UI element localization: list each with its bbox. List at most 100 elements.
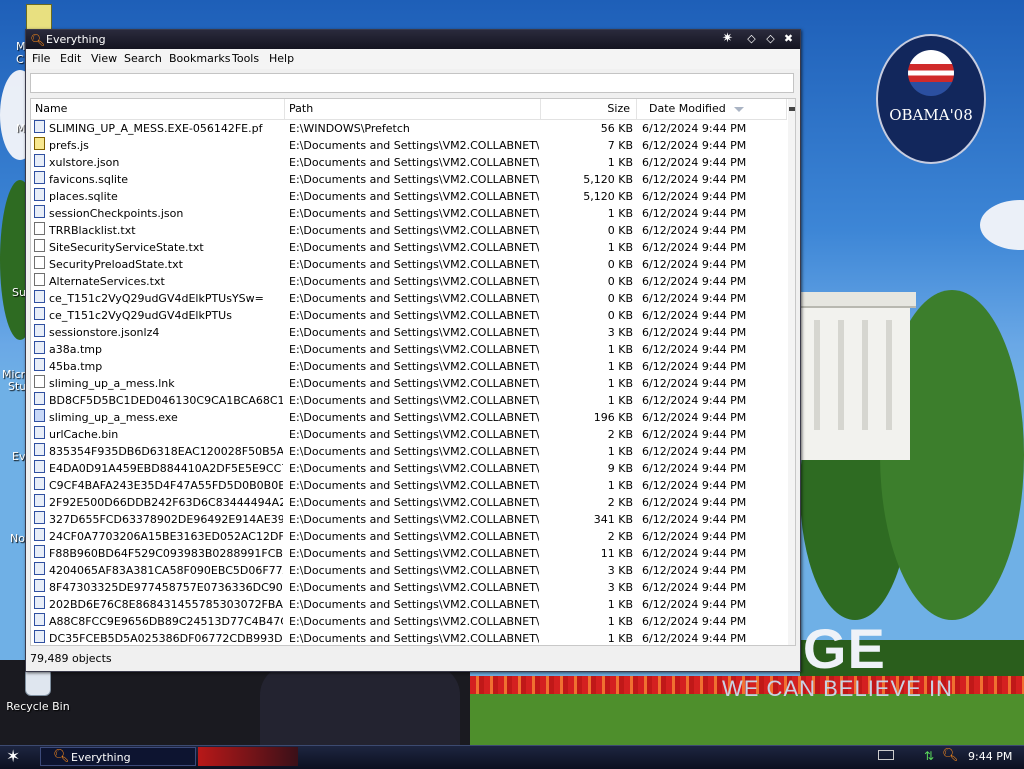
scrollbar-thumb[interactable]	[789, 107, 795, 111]
file-icon	[34, 154, 45, 167]
file-date-cell: 6/12/2024 9:44 PM	[642, 581, 747, 594]
file-date-cell: 6/12/2024 9:44 PM	[642, 309, 747, 322]
file-path-cell: E:\Documents and Settings\VM2.COLLABNET\…	[289, 173, 539, 186]
system-tray: ⇅ 🔍︎ 9:44 PM	[876, 748, 1024, 766]
file-path-cell: E:\Documents and Settings\VM2.COLLABNET\…	[289, 343, 539, 356]
table-row[interactable]: AlternateServices.txt E:\Documents and Se…	[31, 273, 787, 290]
file-icon	[34, 120, 45, 133]
table-row[interactable]: ce_T151c2VyQ29udGV4dElkPTUs E:\Documents …	[31, 307, 787, 324]
file-date-cell: 6/12/2024 9:44 PM	[642, 377, 747, 390]
network-icon[interactable]: ⇅	[924, 749, 934, 763]
search-icon: 🔍︎	[53, 749, 70, 764]
table-row[interactable]: prefs.js E:\Documents and Settings\VM2.CO…	[31, 137, 787, 154]
resize-icon[interactable]: ◇	[744, 32, 759, 46]
table-row[interactable]: C9CF4BAFA243E35D4F47A55FD5D0B0B0E28... E:…	[31, 477, 787, 494]
table-row[interactable]: sliming_up_a_mess.lnk E:\Documents and Se…	[31, 375, 787, 392]
table-row[interactable]: TRRBlacklist.txt E:\Documents and Setting…	[31, 222, 787, 239]
table-row[interactable]: 327D655FCD63378902DE96492E914AE39D4... E:…	[31, 511, 787, 528]
file-path-cell: E:\Documents and Settings\VM2.COLLABNET\…	[289, 309, 539, 322]
desktop-icon-label[interactable]: No	[10, 532, 25, 545]
table-row[interactable]: 45ba.tmp E:\Documents and Settings\VM2.CO…	[31, 358, 787, 375]
desktop-app-icon[interactable]	[26, 4, 52, 30]
table-row[interactable]: DC35FCEB5D5A025386DF06772CDB993D745... E:…	[31, 630, 787, 645]
desktop-icon-label[interactable]: C	[16, 53, 24, 66]
column-header-date[interactable]: Date Modified	[637, 99, 787, 119]
file-path-cell: E:\Documents and Settings\VM2.COLLABNET\…	[289, 615, 539, 628]
file-icon	[34, 358, 45, 371]
file-size-cell: 9 KB	[607, 462, 633, 475]
table-row[interactable]: F88B960BD64F529C093983B0288991FCB73E... E…	[31, 545, 787, 562]
menu-view[interactable]: View	[91, 52, 117, 65]
table-row[interactable]: SiteSecurityServiceState.txt E:\Documents…	[31, 239, 787, 256]
search-icon[interactable]: 🔍︎	[942, 748, 959, 763]
table-row[interactable]: 202BD6E76C8E868431455785303072FBAF7C0...…	[31, 596, 787, 613]
table-row[interactable]: 24CF0A7703206A15BE3163ED052AC12DF31... E:…	[31, 528, 787, 545]
table-row[interactable]: 2F92E500D66DDB242F63D6C83444494A217... E:…	[31, 494, 787, 511]
file-size-cell: 1 KB	[607, 343, 633, 356]
dark-foreground-figure	[260, 665, 460, 745]
table-row[interactable]: favicons.sqlite E:\Documents and Settings…	[31, 171, 787, 188]
file-path-cell: E:\Documents and Settings\VM2.COLLABNET\…	[289, 224, 539, 237]
column-header-name[interactable]: Name	[31, 99, 285, 119]
table-row[interactable]: SecurityPreloadState.txt E:\Documents and…	[31, 256, 787, 273]
menu-search[interactable]: Search	[124, 52, 162, 65]
table-row[interactable]: 835354F935DB6D6318EAC120028F50B5AB2... E:…	[31, 443, 787, 460]
menu-file[interactable]: File	[32, 52, 50, 65]
desktop-icon-label[interactable]: Stu	[8, 380, 26, 393]
pin-icon[interactable]: ✷	[720, 32, 735, 46]
column-header-path[interactable]: Path	[285, 99, 541, 119]
desktop-icon-label[interactable]: Su	[12, 286, 26, 299]
table-row[interactable]: sessionCheckpoints.json E:\Documents and …	[31, 205, 787, 222]
maximize-icon[interactable]: ◇	[763, 32, 778, 46]
file-size-cell: 196 KB	[593, 411, 633, 424]
table-row[interactable]: 4204065AF83A381CA58F090EBC5D06F77AA... E:…	[31, 562, 787, 579]
desktop-icon-label[interactable]: Ev	[12, 450, 25, 463]
file-path-cell: E:\Documents and Settings\VM2.COLLABNET\…	[289, 428, 539, 441]
file-path-cell: E:\Documents and Settings\VM2.COLLABNET\…	[289, 394, 539, 407]
table-row[interactable]: sliming_up_a_mess.exe E:\Documents and Se…	[31, 409, 787, 426]
file-path-cell: E:\Documents and Settings\VM2.COLLABNET\…	[289, 275, 539, 288]
clock[interactable]: 9:44 PM	[968, 750, 1012, 763]
table-row[interactable]: BD8CF5D5BC1DED046130C9CA1BCA68C154... E:\…	[31, 392, 787, 409]
table-row[interactable]: E4DA0D91A459EBD884410A2DF5E5E9CC7AB... E:…	[31, 460, 787, 477]
taskbar-everything-button[interactable]: 🔍︎ Everything	[40, 747, 196, 766]
start-button[interactable]: ✶	[6, 748, 20, 766]
file-icon	[34, 188, 45, 201]
file-size-cell: 1 KB	[607, 445, 633, 458]
table-row[interactable]: urlCache.bin E:\Documents and Settings\VM…	[31, 426, 787, 443]
menu-tools[interactable]: Tools	[232, 52, 259, 65]
results-list[interactable]: Name Path Size Date Modified SLIMING_UP_…	[30, 98, 796, 646]
everything-window: 🔍︎ Everything ✷ ◇ ◇ ✖ File Edit View Sea…	[25, 29, 801, 672]
table-row[interactable]: ce_T151c2VyQ29udGV4dElkPTUsYSw= E:\Docume…	[31, 290, 787, 307]
column-header-size[interactable]: Size	[541, 99, 637, 119]
obama-logo: OBAMA'08	[876, 34, 986, 164]
recycle-bin-label: Recycle Bin	[6, 700, 70, 713]
title-bar[interactable]: 🔍︎ Everything ✷ ◇ ◇ ✖	[26, 30, 800, 49]
vertical-scrollbar[interactable]	[788, 99, 795, 645]
recycle-bin[interactable]: Recycle Bin	[4, 668, 72, 713]
table-row[interactable]: A88C8FCC9E9656DB89C24513D77C4B47C43... E:…	[31, 613, 787, 630]
table-row[interactable]: places.sqlite E:\Documents and Settings\V…	[31, 188, 787, 205]
file-date-cell: 6/12/2024 9:44 PM	[642, 428, 747, 441]
table-row[interactable]: SLIMING_UP_A_MESS.EXE-056142FE.pf E:\WIND…	[31, 120, 787, 137]
white-house-building	[794, 292, 916, 460]
file-date-cell: 6/12/2024 9:44 PM	[642, 343, 747, 356]
menu-bookmarks[interactable]: Bookmarks	[169, 52, 230, 65]
table-row[interactable]: xulstore.json E:\Documents and Settings\V…	[31, 154, 787, 171]
file-date-cell: 6/12/2024 9:44 PM	[642, 530, 747, 543]
menu-edit[interactable]: Edit	[60, 52, 81, 65]
search-input[interactable]	[30, 73, 794, 93]
file-date-cell: 6/12/2024 9:44 PM	[642, 411, 747, 424]
file-size-cell: 3 KB	[607, 326, 633, 339]
table-row[interactable]: sessionstore.jsonlz4 E:\Documents and Set…	[31, 324, 787, 341]
menu-help[interactable]: Help	[269, 52, 294, 65]
file-icon	[34, 324, 45, 337]
table-row[interactable]: 8F47303325DE977458757E0736336DC9064E... E…	[31, 579, 787, 596]
file-size-cell: 56 KB	[600, 122, 633, 135]
file-path-cell: E:\Documents and Settings\VM2.COLLABNET\…	[289, 496, 539, 509]
file-icon	[34, 392, 45, 405]
table-row[interactable]: a38a.tmp E:\Documents and Settings\VM2.CO…	[31, 341, 787, 358]
keyboard-icon[interactable]	[878, 750, 894, 760]
file-name-cell: xulstore.json	[49, 156, 120, 169]
close-icon[interactable]: ✖	[781, 32, 796, 46]
